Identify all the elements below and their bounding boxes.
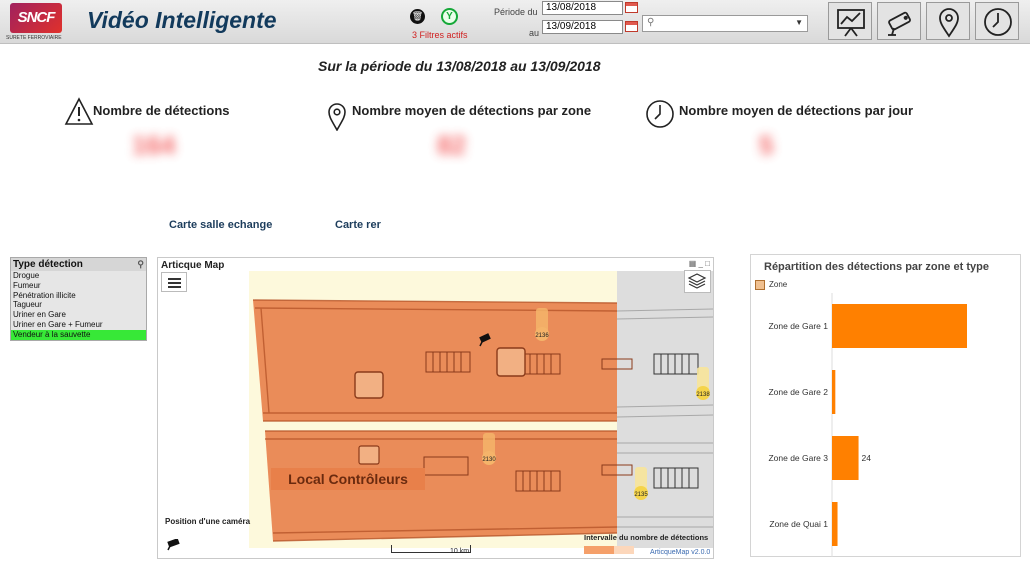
link-carte-salle-echange[interactable]: Carte salle echange (169, 219, 272, 231)
chart-bar[interactable] (832, 370, 836, 414)
location-pin-icon (328, 103, 346, 131)
zone-bar-chart[interactable]: Zone de Gare 1 Zone de Gare 2 Zone de Gare… (751, 255, 1022, 558)
chart-bar[interactable] (832, 304, 967, 348)
filter-icon[interactable]: Y (441, 8, 458, 25)
map-legend-bar (584, 546, 614, 554)
list-item-fumeur[interactable]: Fumeur (11, 281, 146, 291)
logo-subtitle: SURETE FERROVIAIRE (6, 35, 62, 41)
search-icon: ⚲ (647, 17, 655, 28)
toilets-icon (496, 347, 526, 377)
map-panel[interactable]: Articque Map ▦ _ □ 2136 2130 2138 2135 L… (157, 257, 714, 559)
list-item-penetration[interactable]: Pénétration illicite (11, 291, 146, 301)
date-to-field[interactable]: 13/09/2018 (542, 20, 623, 34)
period-from-label: Période du (494, 7, 538, 17)
chart-category-label: Zone de Quai 1 (769, 519, 828, 529)
period-to-label: au (529, 28, 540, 38)
trash-icon[interactable]: 🗑 (410, 9, 425, 24)
map-title: Articque Map (161, 260, 225, 271)
camera-position-label: Position d'une caméra (165, 517, 251, 526)
camera-id-label: 2130 (482, 457, 496, 463)
room-label: Local Contrôleurs (288, 471, 408, 487)
search-select[interactable]: ⚲ ▼ (642, 15, 808, 32)
calendar-icon[interactable] (625, 21, 638, 32)
list-item-tagueur[interactable]: Tagueur (11, 300, 146, 310)
logo-text: SNCF (10, 3, 62, 33)
detection-type-listbox: Type détection ⚲ Drogue Fumeur Pénétrati… (10, 257, 147, 341)
map-menu-button[interactable] (161, 272, 187, 292)
list-item-drogue[interactable]: Drogue (11, 271, 146, 281)
zone-chart-panel: Répartition des détections par zone et t… (750, 254, 1021, 557)
layers-button[interactable] (684, 270, 711, 293)
search-icon[interactable]: ⚲ (137, 258, 144, 271)
chart-bar[interactable] (832, 436, 859, 480)
map-legend-title: Intervalle du nombre de détections (584, 533, 709, 542)
camera-id-label: 2138 (696, 392, 710, 398)
kpi-per-day-label: Nombre moyen de détections par jour (679, 103, 914, 118)
detection-type-header: Type détection ⚲ (11, 258, 146, 271)
layers-icon (687, 273, 707, 289)
list-item-vendeur[interactable]: Vendeur à la sauvette (11, 329, 146, 340)
floor-plan-map[interactable]: 2136 2130 2138 2135 Local Contrôleurs (249, 271, 714, 548)
kpi-detections-value: 164 (132, 130, 176, 160)
date-from-field[interactable]: 13/08/2018 (542, 1, 623, 15)
filters-active-label[interactable]: 3 Filtres actifs (412, 30, 468, 40)
camera-icon (167, 539, 180, 551)
map-version-label: ArticqueMap v2.0.0 (650, 549, 711, 556)
kpi-per-day-value: 5 (759, 130, 774, 160)
app-root: SNCF SURETE FERROVIAIRE Vidéo Intelligen… (0, 0, 1030, 561)
kpi-per-zone-label: Nombre moyen de détections par zone (352, 103, 592, 118)
map-scale-label: 10 km (450, 548, 470, 555)
camera-button[interactable] (877, 2, 921, 40)
location-pin-icon (939, 8, 959, 38)
chart-category-label: Zone de Gare 2 (768, 387, 828, 397)
warning-icon (64, 97, 94, 125)
chevron-down-icon: ▼ (795, 18, 803, 27)
clock-icon (646, 100, 674, 128)
presentation-chart-button[interactable] (828, 2, 872, 40)
list-item-uriner[interactable]: Uriner en Gare (11, 310, 146, 320)
camera-id-label: 2136 (535, 333, 549, 339)
link-carte-rer[interactable]: Carte rer (335, 219, 381, 231)
clock-icon (984, 8, 1012, 36)
zone-area (253, 300, 617, 421)
detection-type-title: Type détection (13, 259, 83, 270)
clock-button[interactable] (975, 2, 1019, 40)
kpi-per-zone-value: 82 (437, 130, 466, 160)
period-heading: Sur la période du 13/08/2018 au 13/09/20… (318, 58, 601, 74)
calendar-icon[interactable] (625, 2, 638, 13)
kpi-detections-label: Nombre de détections (93, 103, 230, 118)
window-controls[interactable]: ▦ _ □ (689, 259, 710, 268)
app-title: Vidéo Intelligente (87, 7, 277, 33)
chart-bar[interactable] (832, 502, 838, 546)
chart-value-label: 24 (862, 453, 872, 463)
presentation-chart-icon (837, 9, 865, 37)
location-button[interactable] (926, 2, 970, 40)
sncf-logo: SNCF SURETE FERROVIAIRE (6, 3, 70, 41)
map-legend-bar (614, 546, 634, 554)
elevator-icon (358, 445, 380, 465)
chart-category-label: Zone de Gare 3 (768, 453, 828, 463)
camera-icon (888, 11, 911, 36)
list-item-uriner-fumeur[interactable]: Uriner en Gare + Fumeur (11, 320, 146, 330)
chart-category-label: Zone de Gare 1 (768, 321, 828, 331)
camera-id-label: 2135 (634, 492, 648, 498)
header-bar: SNCF SURETE FERROVIAIRE Vidéo Intelligen… (0, 0, 1030, 44)
elevator-icon (354, 371, 384, 399)
